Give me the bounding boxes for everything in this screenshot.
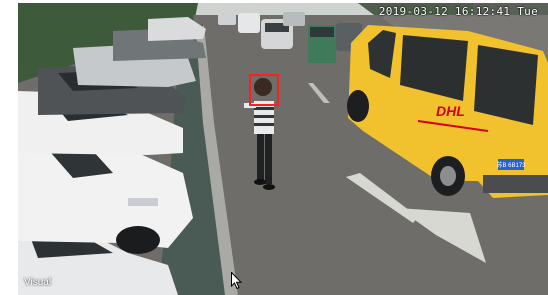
camera-scene: 苏B 6B173 DHL xyxy=(18,3,548,295)
camera-viewport[interactable]: 苏B 6B173 DHL 2019-03-12 16:12:41 Tue Vis… xyxy=(18,3,548,295)
dhl-logo: DHL xyxy=(436,103,465,119)
osd-channel-name: Visual xyxy=(24,277,52,288)
face-detection-box[interactable] xyxy=(249,74,279,106)
mouse-cursor-icon xyxy=(231,272,242,289)
van-plate-text: 苏B 6B173 xyxy=(496,161,526,169)
osd-timestamp: 2019-03-12 16:12:41 Tue xyxy=(378,5,538,18)
distant-truck xyxy=(308,25,336,63)
